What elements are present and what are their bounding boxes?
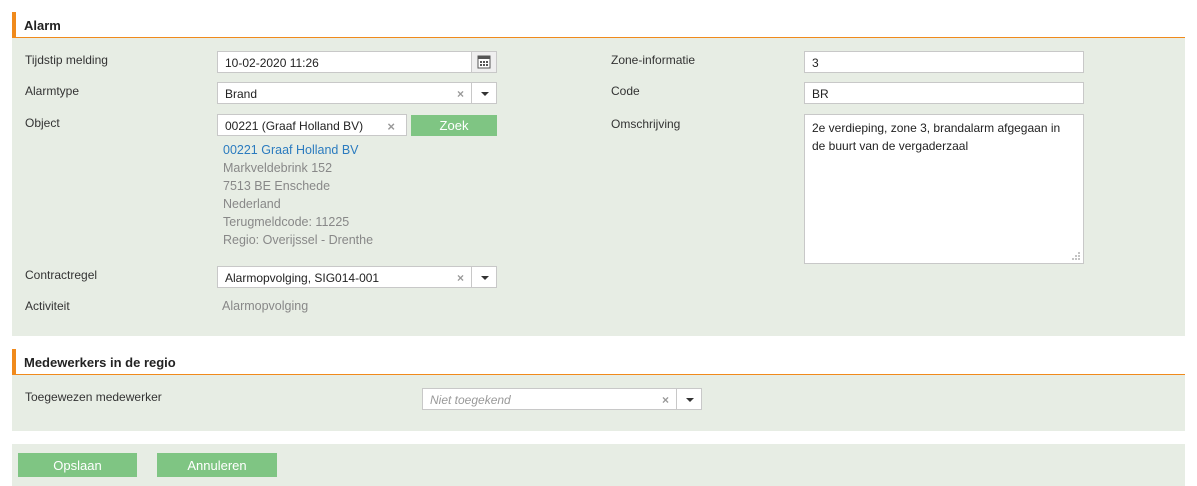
object-regio: Regio: Overijssel - Drenthe bbox=[223, 233, 374, 247]
medewerkers-section-header: Medewerkers in de regio bbox=[12, 349, 1185, 375]
contractregel-label: Contractregel bbox=[25, 268, 98, 282]
object-label: Object bbox=[25, 116, 60, 130]
toegewezen-chevron-down-icon[interactable] bbox=[676, 389, 701, 409]
object-postal-city: 7513 BE Enschede bbox=[223, 179, 331, 193]
contractregel-clear-icon[interactable]: × bbox=[457, 271, 464, 285]
zoek-button[interactable]: Zoek bbox=[411, 115, 497, 136]
code-value: BR bbox=[812, 87, 829, 101]
object-value: 00221 (Graaf Holland BV) bbox=[225, 119, 364, 133]
alarm-section-title: Alarm bbox=[24, 18, 61, 33]
alarmtype-chevron-down-icon[interactable] bbox=[471, 83, 496, 103]
zone-input[interactable]: 3 bbox=[804, 51, 1084, 73]
code-label: Code bbox=[611, 84, 640, 98]
object-input[interactable]: 00221 (Graaf Holland BV) × bbox=[217, 114, 407, 136]
tijdstip-label: Tijdstip melding bbox=[25, 53, 108, 67]
object-country: Nederland bbox=[223, 197, 281, 211]
alarmtype-value: Brand bbox=[225, 87, 258, 101]
contractregel-chevron-down-icon[interactable] bbox=[471, 267, 496, 287]
activiteit-value: Alarmopvolging bbox=[222, 299, 309, 313]
zone-value: 3 bbox=[812, 56, 819, 70]
calendar-button[interactable] bbox=[471, 52, 496, 72]
omschrijving-label: Omschrijving bbox=[611, 117, 681, 131]
toegewezen-select[interactable]: Niet toegekend × bbox=[422, 388, 702, 410]
code-input[interactable]: BR bbox=[804, 82, 1084, 104]
object-name-link[interactable]: 00221 Graaf Holland BV bbox=[223, 143, 359, 157]
zone-label: Zone-informatie bbox=[611, 53, 696, 67]
tijdstip-input[interactable]: 10-02-2020 11:26 bbox=[217, 51, 497, 73]
omschrijving-textarea[interactable]: 2e verdieping, zone 3, brandalarm afgega… bbox=[804, 114, 1084, 264]
activiteit-label: Activiteit bbox=[25, 299, 70, 313]
alarmtype-select[interactable]: Brand × bbox=[217, 82, 497, 104]
alarmtype-clear-icon[interactable]: × bbox=[457, 87, 464, 101]
toegewezen-label: Toegewezen medewerker bbox=[25, 390, 162, 404]
resize-grip-icon[interactable] bbox=[1071, 251, 1081, 261]
object-street: Markveldebrink 152 bbox=[223, 161, 333, 175]
toegewezen-placeholder: Niet toegekend bbox=[430, 393, 511, 407]
tijdstip-value: 10-02-2020 11:26 bbox=[225, 56, 319, 70]
save-button[interactable]: Opslaan bbox=[18, 453, 137, 477]
calendar-icon bbox=[477, 55, 491, 69]
object-clear-icon[interactable]: × bbox=[387, 119, 395, 134]
alarmtype-label: Alarmtype bbox=[25, 84, 80, 98]
medewerkers-section-title: Medewerkers in de regio bbox=[24, 355, 176, 370]
contractregel-value: Alarmopvolging, SIG014-001 bbox=[225, 271, 380, 285]
contractregel-select[interactable]: Alarmopvolging, SIG014-001 × bbox=[217, 266, 497, 288]
alarm-section-header: Alarm bbox=[12, 12, 1185, 38]
cancel-button[interactable]: Annuleren bbox=[157, 453, 277, 477]
toegewezen-clear-icon[interactable]: × bbox=[662, 393, 669, 407]
object-terugmeldcode: Terugmeldcode: 11225 bbox=[223, 215, 350, 229]
